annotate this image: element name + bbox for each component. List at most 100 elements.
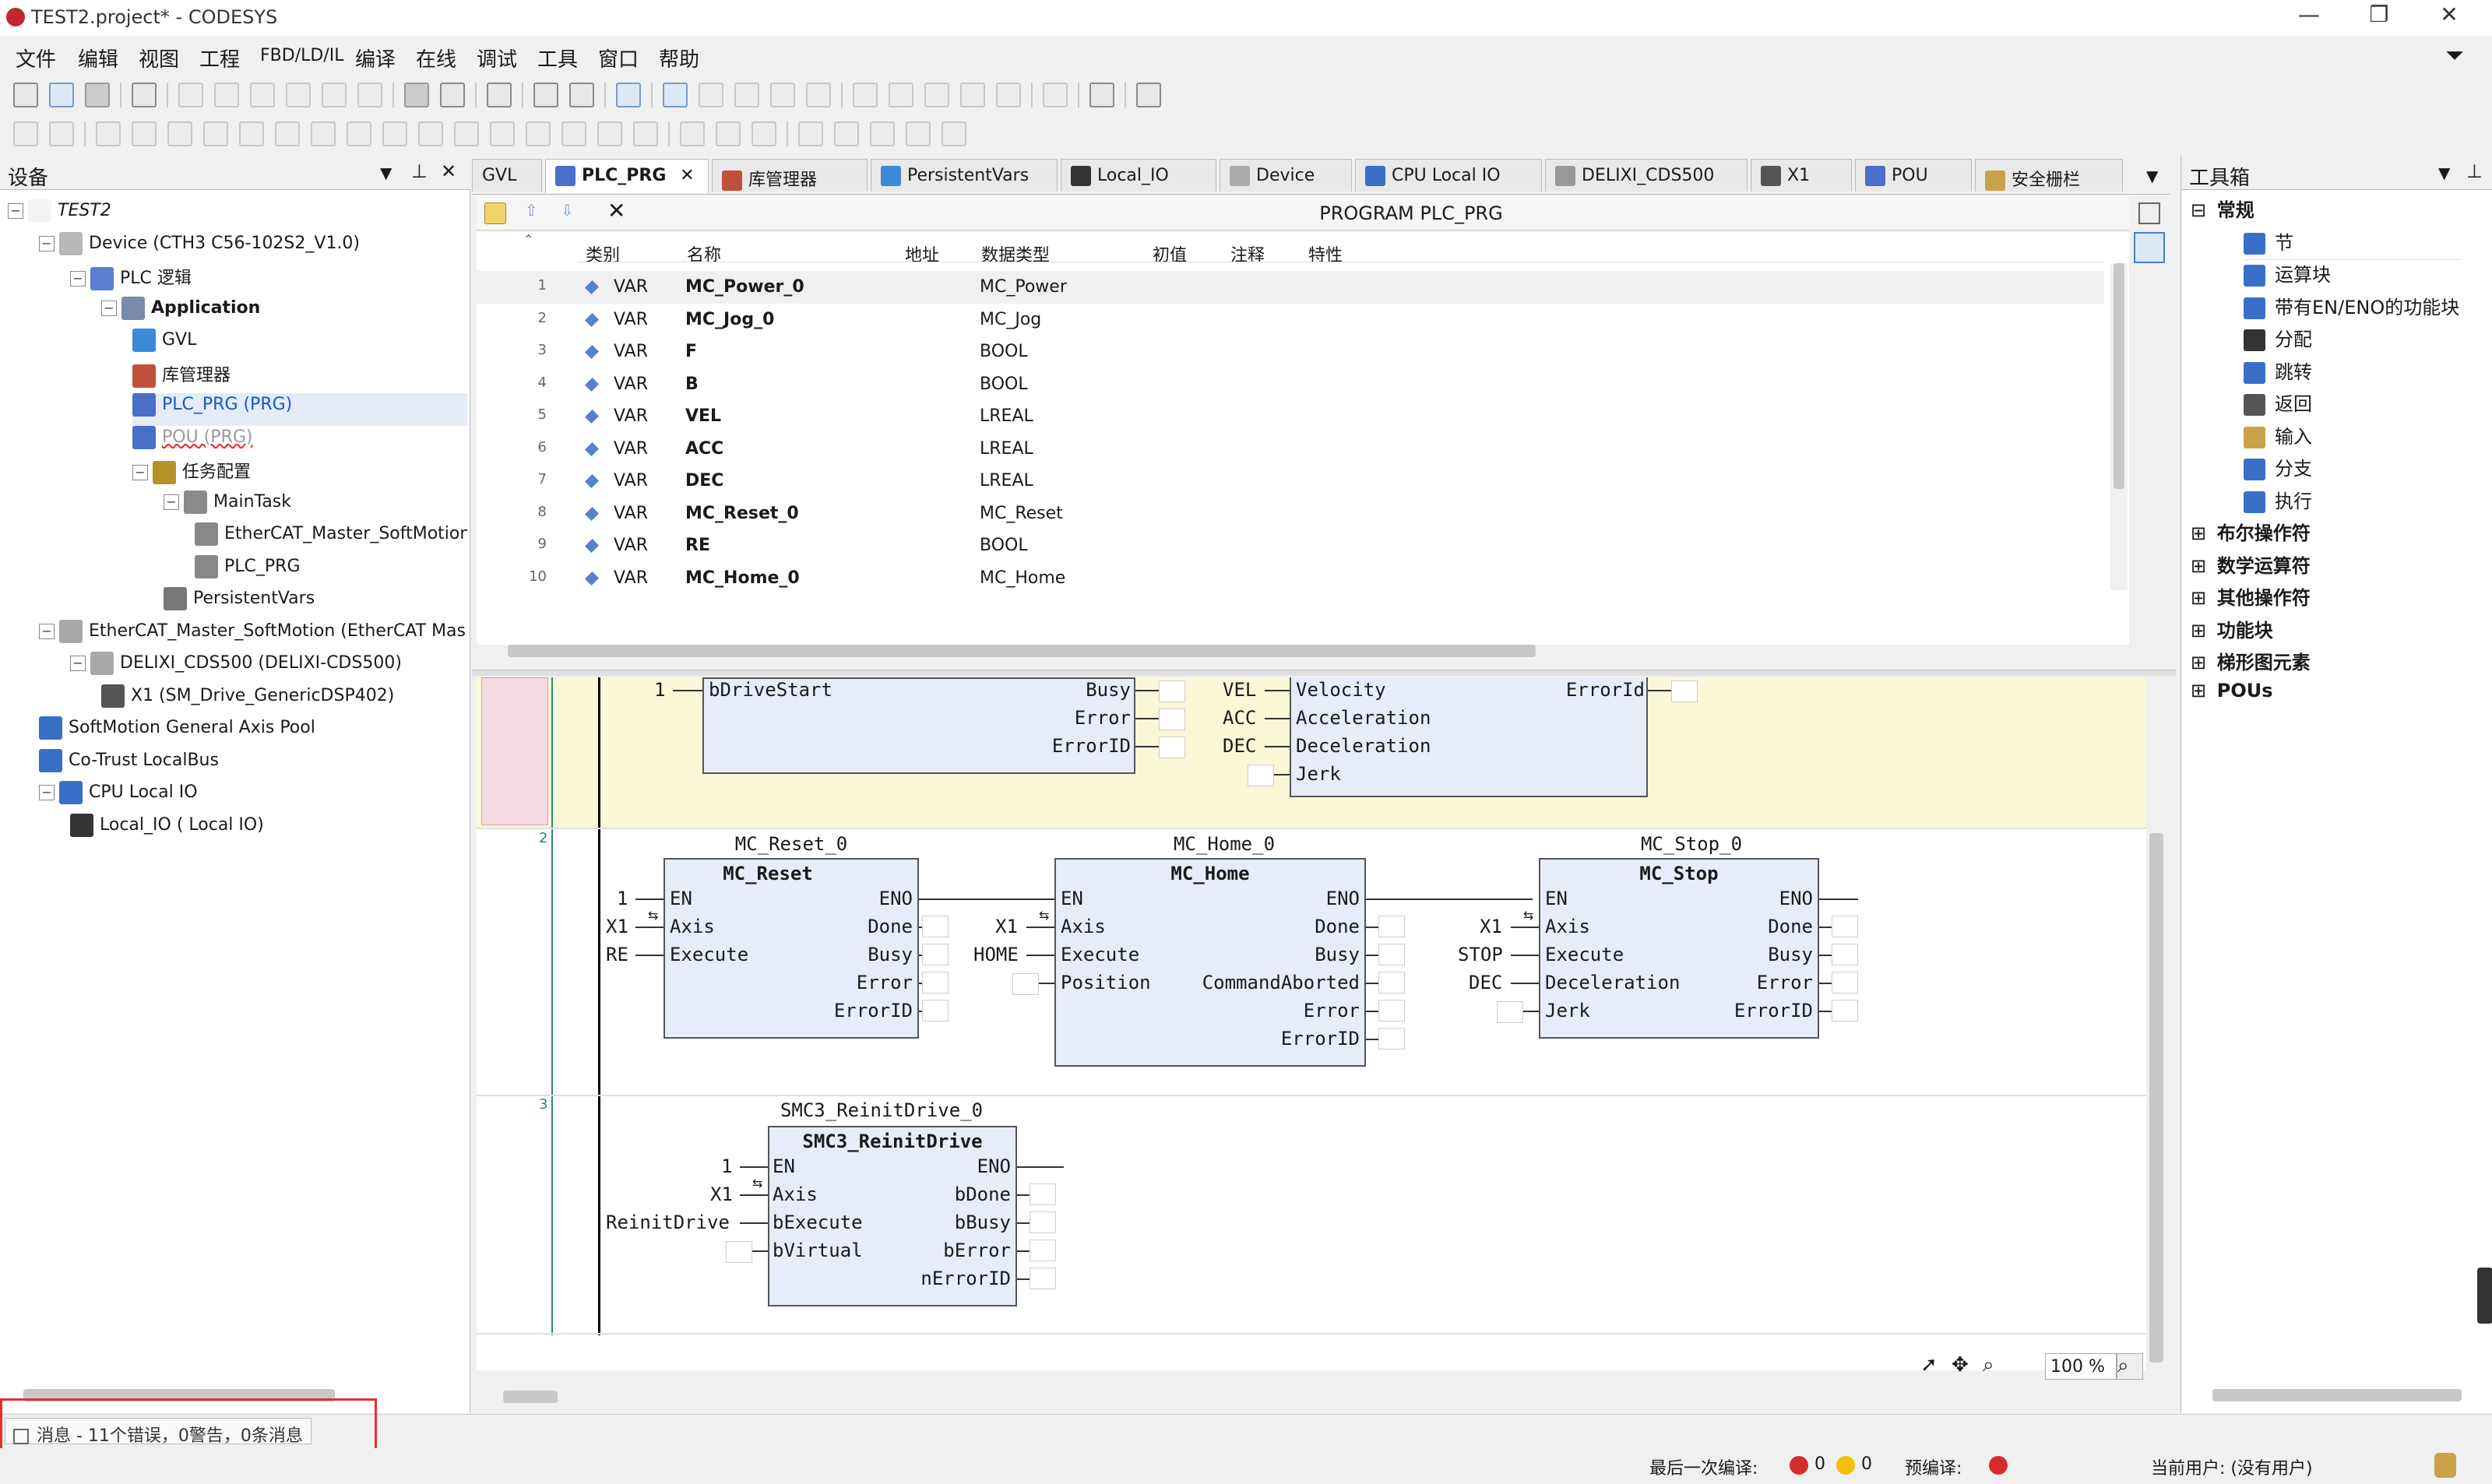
step-into-icon[interactable] — [889, 83, 913, 107]
new-project-icon[interactable] — [13, 83, 38, 107]
select-tool-icon[interactable]: ➚ — [1920, 1353, 1947, 1380]
menu-project[interactable]: 工程 — [199, 44, 240, 72]
expand-collapse-icon[interactable]: − — [132, 465, 148, 480]
tree-item[interactable]: POU (PRG) — [132, 425, 252, 459]
expand-collapse-icon[interactable]: − — [39, 623, 55, 639]
expand-collapse-icon[interactable]: ⊞ — [2191, 555, 2212, 577]
output-box[interactable] — [922, 944, 949, 965]
reset-execute-value[interactable]: RE — [606, 944, 628, 965]
pin-icon[interactable]: ⊥ — [411, 160, 428, 182]
tab-list-dropdown-icon[interactable]: ▼ — [2146, 167, 2158, 185]
input-box[interactable] — [1248, 765, 1274, 786]
close-tab-icon[interactable]: ✕ — [674, 166, 694, 185]
output-box[interactable] — [922, 972, 949, 993]
insert-input-icon[interactable] — [633, 121, 658, 146]
insert-icon[interactable] — [569, 83, 594, 107]
side-handle[interactable] — [2477, 1268, 2492, 1324]
output-box[interactable] — [922, 916, 949, 937]
tab-local-io[interactable]: Local_IO — [1061, 159, 1216, 192]
replace-icon[interactable] — [440, 83, 465, 107]
expand-collapse-icon[interactable]: − — [39, 235, 55, 251]
output-box[interactable] — [1030, 1183, 1056, 1205]
variable-row[interactable]: 5 VAR VEL LREAL — [477, 400, 2104, 433]
variable-row[interactable]: 6 VAR ACC LREAL — [477, 433, 2104, 466]
print-icon[interactable] — [132, 83, 157, 107]
tree-item[interactable]: Co-Trust LocalBus — [39, 748, 219, 782]
tree-item[interactable]: − 任务配置 — [132, 458, 251, 491]
toolbox-item[interactable]: 执行 — [2244, 486, 2312, 519]
reset-en-value[interactable]: 1 — [617, 888, 628, 909]
reinit-axis-value[interactable]: X1 — [710, 1183, 733, 1205]
insert-rising-edge-icon[interactable] — [311, 121, 336, 146]
toolbox-item[interactable]: 跳转 — [2244, 357, 2312, 389]
toolbox-item[interactable]: 运算块 — [2244, 259, 2331, 292]
toolbox-hscroll[interactable] — [2212, 1389, 2462, 1401]
toolbox-item[interactable]: 分支 — [2244, 453, 2312, 486]
insert-negated-contact-icon[interactable] — [132, 121, 157, 146]
textual-view-icon[interactable] — [2134, 196, 2165, 230]
toolbox-pin-icon[interactable]: ⊥ — [2466, 160, 2483, 182]
expand-collapse-icon[interactable]: ⊟ — [2191, 199, 2212, 221]
close-panel-button[interactable]: ✕ — [441, 160, 456, 182]
tab-plc-prg[interactable]: PLC_PRG ✕ — [545, 159, 709, 193]
reinit-instance[interactable]: SMC3_ReinitDrive_0 — [765, 1099, 998, 1121]
insert-branch-above-icon[interactable] — [834, 121, 859, 146]
toolbox-group[interactable]: ⊞ 功能块 — [2191, 615, 2273, 648]
tree-item[interactable]: SoftMotion General Axis Pool — [39, 716, 315, 749]
col-comment[interactable]: 注释 — [1230, 241, 1265, 266]
col-datatype[interactable]: 数据类型 — [981, 241, 1050, 266]
logout-icon[interactable] — [699, 83, 723, 107]
insert-set-coil-icon[interactable] — [239, 121, 264, 146]
output-box[interactable] — [1671, 680, 1698, 702]
delete-variable-icon[interactable]: ✕ — [607, 198, 625, 223]
stop-deceleration-value[interactable]: DEC — [1469, 972, 1502, 993]
set-branch-end-icon[interactable] — [942, 121, 966, 146]
variable-row[interactable]: 9 VAR RE BOOL — [477, 529, 2104, 562]
expand-collapse-icon[interactable]: ⊞ — [2191, 652, 2212, 673]
col-name[interactable]: 名称 — [687, 241, 721, 266]
tree-item[interactable]: PLC_PRG (PRG) — [132, 393, 467, 426]
expand-collapse-icon[interactable]: − — [8, 203, 23, 219]
insert-network-icon[interactable] — [13, 121, 38, 146]
insert-branch-below-icon[interactable] — [870, 121, 895, 146]
output-box[interactable] — [1378, 916, 1405, 937]
output-box[interactable] — [1030, 1268, 1056, 1289]
output-box[interactable] — [1378, 972, 1405, 993]
output-box[interactable] — [1030, 1240, 1056, 1261]
variable-row[interactable]: 11VARHOMEBOOL — [477, 594, 2104, 598]
paste-icon[interactable] — [322, 83, 347, 107]
monitor-icon[interactable] — [1089, 83, 1114, 107]
menu-fbd-ld-il[interactable]: FBD/LD/IL — [260, 46, 343, 65]
insert-parallel-contact-icon[interactable] — [167, 121, 192, 146]
variable-row[interactable]: 4 VAR B BOOL — [477, 368, 2104, 401]
tree-item[interactable]: − MainTask — [164, 490, 291, 523]
minimize-button[interactable]: — — [2274, 2, 2344, 33]
insert-coil-icon[interactable] — [203, 121, 228, 146]
open-project-icon[interactable] — [49, 83, 74, 107]
stop-icon[interactable] — [770, 83, 795, 107]
reinit-en-value[interactable]: 1 — [721, 1155, 732, 1177]
variable-row[interactable]: 1 VAR MC_Power_0 MC_Power — [477, 271, 2104, 304]
output-box[interactable] — [1159, 709, 1185, 730]
tree-item[interactable]: − CPU Local IO — [39, 781, 198, 814]
expand-collapse-icon[interactable]: − — [164, 494, 179, 510]
find-icon[interactable] — [404, 83, 429, 107]
security-shield-icon[interactable] — [2434, 1453, 2456, 1478]
home-axis-value[interactable]: X1 — [995, 916, 1018, 937]
expand-collapse-icon[interactable]: − — [70, 656, 86, 671]
input-box[interactable] — [726, 1241, 752, 1263]
output-box[interactable] — [1378, 1028, 1405, 1050]
stop-execute-value[interactable]: STOP — [1458, 944, 1503, 965]
step-out-icon[interactable] — [924, 83, 949, 107]
set-reset-icon[interactable] — [751, 121, 776, 146]
tree-item[interactable]: − EtherCAT_Master_SoftMotion (EtherCAT Ma… — [39, 619, 466, 652]
n1-input-vel[interactable]: VEL — [1223, 679, 1256, 701]
col-category[interactable]: 类别 — [586, 241, 620, 266]
variable-row[interactable]: 10 VAR MC_Home_0 MC_Home — [477, 562, 2104, 595]
insert-assignment-icon[interactable] — [490, 121, 515, 146]
delete-icon[interactable] — [357, 83, 382, 107]
tab-pou[interactable]: POU — [1855, 159, 1972, 192]
move-down-icon[interactable]: ⇩ — [561, 201, 574, 220]
reset-icon[interactable] — [806, 83, 831, 107]
clipboard-icon[interactable] — [487, 83, 512, 107]
